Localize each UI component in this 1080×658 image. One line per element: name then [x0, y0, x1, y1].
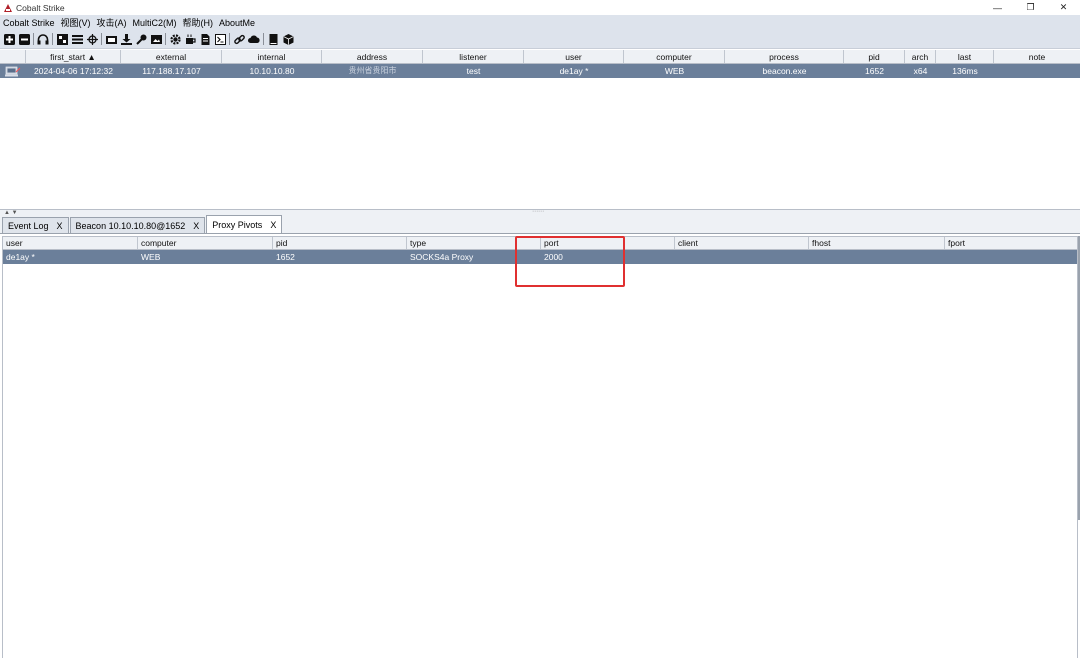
beacon-table: first_start ▲ external internal address …: [0, 50, 1080, 209]
link-icon[interactable]: [233, 33, 245, 45]
beacon-row[interactable]: 2024-04-06 17:12:32 117.188.17.107 10.10…: [0, 64, 1080, 78]
cell-computer: WEB: [141, 252, 161, 262]
col-computer[interactable]: computer: [624, 50, 725, 63]
cell-address: 贵州省贵阳市: [348, 66, 397, 75]
tab-label: Proxy Pivots: [212, 219, 263, 230]
cell-fport: [945, 250, 1077, 264]
title-bar: Cobalt Strike — ❐ ✕: [0, 0, 1080, 15]
toolbar-separator: [165, 33, 166, 45]
tab-close-icon[interactable]: X: [193, 221, 199, 231]
toolbar-separator: [263, 33, 264, 45]
tab-event-log[interactable]: Event Log X: [2, 217, 69, 233]
col-fport[interactable]: fport: [945, 237, 1077, 249]
window-title: Cobalt Strike: [16, 2, 65, 13]
cell-fhost: [809, 250, 945, 264]
terminal-icon[interactable]: [214, 33, 226, 45]
col-fhost[interactable]: fhost: [809, 237, 945, 249]
minimize-button[interactable]: —: [981, 0, 1014, 15]
tab-label: Beacon 10.10.10.80@1652: [75, 220, 186, 231]
toolbar-separator: [101, 33, 102, 45]
col-internal[interactable]: internal: [222, 50, 322, 63]
book-icon[interactable]: [267, 33, 279, 45]
tab-proxy-pivots[interactable]: Proxy Pivots X: [206, 215, 283, 233]
toolbar-separator: [33, 33, 34, 45]
screenshot-icon[interactable]: [105, 33, 117, 45]
col-address[interactable]: address: [322, 50, 423, 63]
toolbar-separator: [52, 33, 53, 45]
cell-arch: x64: [913, 66, 928, 76]
cobalt-strike-logo-icon: [3, 3, 13, 13]
graph-icon[interactable]: [56, 33, 68, 45]
window-controls: — ❐ ✕: [981, 0, 1080, 15]
tab-label: Event Log: [8, 220, 49, 231]
tab-close-icon[interactable]: X: [57, 221, 63, 231]
file-icon[interactable]: [199, 33, 211, 45]
col-user[interactable]: user: [3, 237, 138, 249]
col-icon[interactable]: [0, 50, 26, 63]
toolbar-separator: [229, 33, 230, 45]
restore-button[interactable]: ❐: [1014, 0, 1047, 15]
cell-process: beacon.exe: [762, 66, 807, 76]
tab-bar: Event Log X Beacon 10.10.10.80@1652 X Pr…: [0, 215, 1080, 234]
cell-external: 117.188.17.107: [142, 66, 201, 76]
col-arch[interactable]: arch: [905, 50, 936, 63]
menu-help[interactable]: 帮助(H): [183, 16, 214, 29]
cube-icon[interactable]: [282, 33, 294, 45]
cell-client: [675, 250, 809, 264]
col-process[interactable]: process: [725, 50, 844, 63]
cloud-icon[interactable]: [248, 33, 260, 45]
col-pid[interactable]: pid: [273, 237, 407, 249]
proxy-pivots-table: user computer pid type port client fhost…: [2, 236, 1078, 658]
col-note[interactable]: note: [994, 50, 1080, 63]
col-client[interactable]: client: [675, 237, 809, 249]
cell-user: de1ay *: [559, 66, 589, 76]
headphones-icon[interactable]: [37, 33, 49, 45]
menu-multic2[interactable]: MultiC2(M): [133, 18, 177, 28]
col-user[interactable]: user: [524, 50, 624, 63]
image-icon[interactable]: [150, 33, 162, 45]
download-icon[interactable]: [120, 33, 132, 45]
cell-first-start: 2024-04-06 17:12:32: [34, 66, 113, 76]
coffee-icon[interactable]: [184, 33, 196, 45]
menu-cobalt-strike[interactable]: Cobalt Strike: [3, 18, 55, 28]
cell-pid: 1652: [276, 252, 295, 262]
cell-computer: WEB: [664, 66, 685, 76]
list-icon[interactable]: [71, 33, 83, 45]
col-first-start[interactable]: first_start ▲: [26, 50, 121, 63]
col-computer[interactable]: computer: [138, 237, 273, 249]
gear-icon[interactable]: [169, 33, 181, 45]
tab-beacon[interactable]: Beacon 10.10.10.80@1652 X: [69, 217, 206, 233]
menu-bar: Cobalt Strike 视图(V) 攻击(A) MultiC2(M) 帮助(…: [0, 15, 1080, 30]
minus-icon[interactable]: [18, 33, 30, 45]
highlight-annotation: [515, 236, 625, 287]
col-external[interactable]: external: [121, 50, 222, 63]
beacon-computer-icon: [0, 64, 26, 78]
cell-user: de1ay *: [6, 252, 35, 262]
tab-close-icon[interactable]: X: [270, 220, 276, 230]
crosshair-icon[interactable]: [86, 33, 98, 45]
plus-icon[interactable]: [3, 33, 15, 45]
menu-aboutme[interactable]: AboutMe: [219, 18, 255, 28]
col-pid[interactable]: pid: [844, 50, 905, 63]
pane-splitter[interactable]: ▲ ▼ ⋯⋯: [0, 209, 1080, 216]
cell-note: [994, 64, 1080, 78]
col-listener[interactable]: listener: [423, 50, 524, 63]
cell-last: 136ms: [952, 66, 978, 76]
col-last[interactable]: last: [936, 50, 994, 63]
key-icon[interactable]: [135, 33, 147, 45]
menu-attack[interactable]: 攻击(A): [97, 16, 127, 29]
cell-listener: test: [466, 66, 481, 76]
splitter-grip-icon[interactable]: ⋯⋯: [532, 209, 544, 215]
close-button[interactable]: ✕: [1047, 0, 1080, 15]
beacon-table-header: first_start ▲ external internal address …: [0, 50, 1080, 64]
toolbar: [0, 30, 1080, 49]
cell-internal: 10.10.10.80: [249, 66, 295, 76]
cell-pid: 1652: [865, 66, 884, 76]
menu-view[interactable]: 视图(V): [61, 16, 91, 29]
